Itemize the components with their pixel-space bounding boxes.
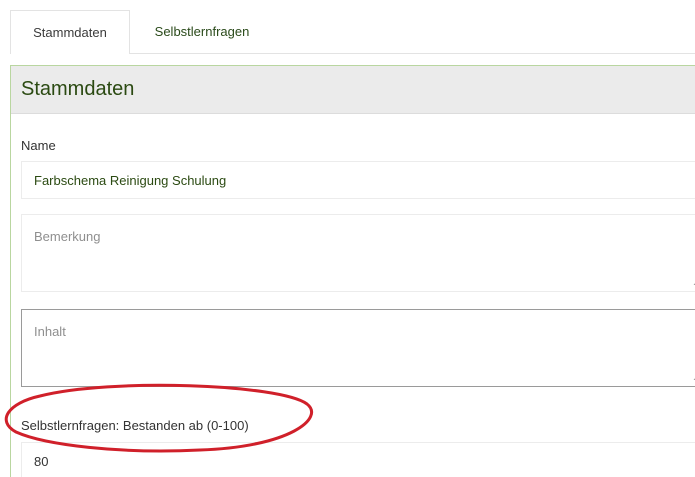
bestanden-label: Selbstlernfragen: Bestanden ab (0-100) [21,418,249,433]
tab-divider [130,53,695,54]
name-label: Name [21,138,56,153]
name-input[interactable]: Farbschema Reinigung Schulung [21,161,695,199]
bemerkung-textarea[interactable]: Bemerkung [21,214,695,292]
page-root: Stammdaten Selbstlernfragen Stammdaten N… [0,0,695,477]
panel-title: Stammdaten [21,78,135,100]
panel-heading: Stammdaten [11,66,695,114]
tab-selbstlernfragen[interactable]: Selbstlernfragen [136,10,268,54]
name-input-value: Farbschema Reinigung Schulung [34,173,227,188]
inhalt-textarea[interactable]: Inhalt [21,309,695,387]
bemerkung-placeholder: Bemerkung [34,229,101,244]
bestanden-input-value: 80 [34,454,49,469]
inhalt-placeholder: Inhalt [34,324,66,339]
tab-bar: Stammdaten Selbstlernfragen [0,0,695,54]
stammdaten-panel: Stammdaten Name Farbschema Reinigung Sch… [10,65,695,477]
bestanden-input[interactable]: 80 [21,442,695,477]
tab-stammdaten[interactable]: Stammdaten [10,10,130,54]
